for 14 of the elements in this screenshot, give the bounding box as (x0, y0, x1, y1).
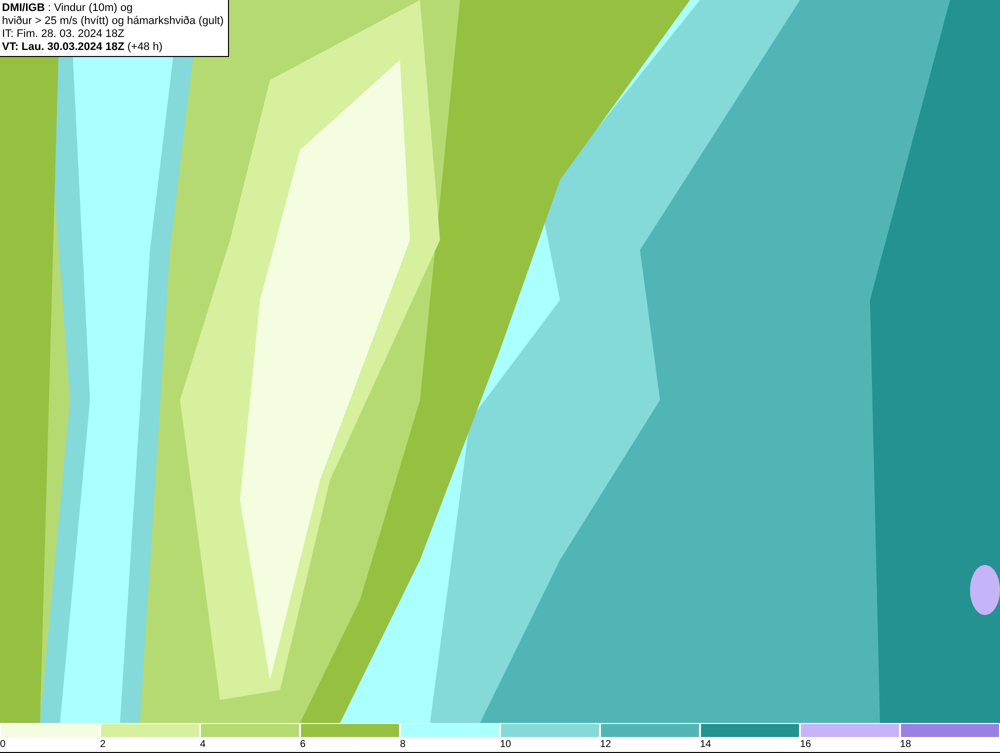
legend-label: 8 (400, 738, 406, 752)
legend-label: 16 (800, 738, 812, 752)
title-line: VT: Lau. 30.03.2024 18Z (+48 h) (2, 41, 164, 54)
legend-label: 12 (600, 738, 612, 752)
legend-label: 14 (700, 738, 712, 752)
title-line: IT: Fim. 28. 03. 2024 18Z (2, 28, 126, 41)
title-line: hviður > 25 m/s (hvítt) og hámarkshviða (gult) (2, 15, 224, 28)
legend-label: 2 (100, 738, 106, 752)
legend-label: 6 (300, 738, 306, 752)
legend-label: 18 (900, 738, 912, 752)
legend-label: 4 (200, 738, 206, 752)
legend-label: 0 (0, 738, 6, 752)
title-line: DMI/IGB : Vindur (10m) og (2, 2, 134, 15)
legend-label: 10 (500, 738, 512, 752)
